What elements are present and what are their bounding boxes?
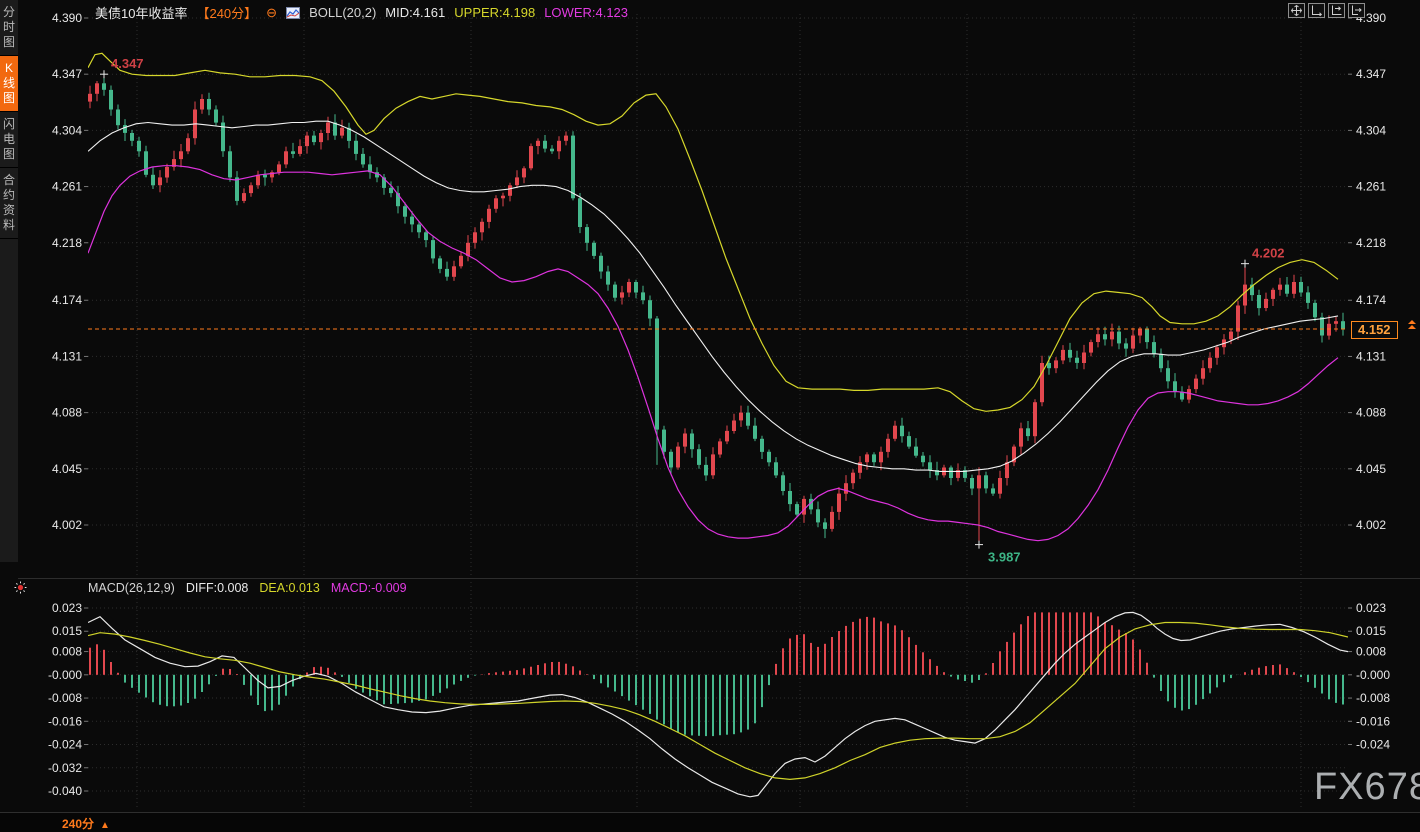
- sidebar-item-time-chart[interactable]: 分时图: [0, 0, 18, 56]
- boll-lower-value: LOWER:4.123: [544, 5, 628, 20]
- macd-value: MACD:-0.009: [331, 581, 407, 595]
- y-tick-label: 0.023: [52, 601, 82, 615]
- y-tick-label: -0.040: [48, 784, 82, 798]
- mini-chart-icon[interactable]: [286, 7, 300, 19]
- y-tick-label: 4.390: [52, 11, 82, 25]
- y-tick-label: 4.088: [52, 406, 82, 420]
- y-tick-label: 4.002: [1356, 518, 1386, 532]
- svg-text:4.347: 4.347: [111, 56, 144, 71]
- sidebar-item-lightning-chart[interactable]: 闪电图: [0, 112, 18, 168]
- y-tick-label: 4.261: [1356, 180, 1386, 194]
- y-tick-label: 4.347: [52, 67, 82, 81]
- y-tick-label: -0.000: [48, 668, 82, 682]
- y-tick-label: 4.002: [52, 518, 82, 532]
- y-tick-label: 4.131: [1356, 349, 1386, 363]
- y-tick-label: 4.304: [52, 123, 82, 137]
- y-tick-label: -0.024: [1356, 738, 1390, 752]
- boll-indicator-label: BOLL(20,2): [309, 5, 376, 20]
- price-marker-icon: [1408, 320, 1416, 329]
- y-tick-label: -0.024: [48, 738, 82, 752]
- current-price-tag: 4.152: [1351, 321, 1398, 339]
- indicator-alert-icon[interactable]: [14, 581, 27, 599]
- y-tick-label: -0.008: [1356, 691, 1390, 705]
- y-tick-label: 4.218: [52, 236, 82, 250]
- boll-mid-value: MID:4.161: [385, 5, 445, 20]
- y-tick-label: 4.218: [1356, 236, 1386, 250]
- svg-text:3.987: 3.987: [988, 550, 1021, 565]
- macd-dea-line: [88, 623, 1348, 780]
- chart-header: 美债10年收益率 【240分】 ⊖ BOLL(20,2) MID:4.161 U…: [95, 4, 628, 21]
- y-tick-label: 4.131: [52, 349, 82, 363]
- macd-dea-value: DEA:0.013: [259, 581, 319, 595]
- y-tick-label: 4.261: [52, 180, 82, 194]
- pan-icon[interactable]: [1288, 3, 1305, 18]
- collapse-icon[interactable]: ⊖: [266, 6, 277, 19]
- y-tick-label: 0.015: [1356, 624, 1386, 638]
- chevron-up-icon: ▲: [100, 820, 110, 831]
- y-tick-label: 4.088: [1356, 406, 1386, 420]
- y-tick-label: -0.000: [1356, 668, 1390, 682]
- chart-toolbar: [1288, 3, 1365, 18]
- y-tick-label: -0.008: [48, 691, 82, 705]
- scale-x-axis-icon[interactable]: [1308, 3, 1325, 18]
- y-tick-label: 4.174: [1356, 293, 1386, 307]
- trading-app-window: 分时图 K线图 闪电图 合约资料 240分▲ 4.3474.2023.9874.…: [0, 0, 1420, 832]
- y-tick-label: 4.045: [52, 462, 82, 476]
- svg-text:4.202: 4.202: [1252, 246, 1285, 261]
- y-tick-label: 4.174: [52, 293, 82, 307]
- grid-layer: [88, 14, 1348, 810]
- y-tick-label: 0.015: [52, 624, 82, 638]
- scale-y-axis-icon[interactable]: [1328, 3, 1345, 18]
- y-tick-label: -0.016: [1356, 714, 1390, 728]
- restore-scale-icon[interactable]: [1348, 3, 1365, 18]
- boll-upper-value: UPPER:4.198: [454, 5, 535, 20]
- instrument-title: 美债10年收益率: [95, 3, 187, 22]
- sidebar-item-contract-info[interactable]: 合约资料: [0, 168, 18, 239]
- time-axis-bar: [0, 812, 1420, 832]
- bollinger-mid-line: [88, 121, 1338, 471]
- y-tick-label: 0.023: [1356, 601, 1386, 615]
- macd-diff-line: [88, 612, 1348, 796]
- timeframe-label: 【240分】: [196, 3, 257, 22]
- macd-indicator-label: MACD(26,12,9): [88, 581, 175, 595]
- watermark: FX678: [1314, 766, 1420, 809]
- chart-type-sidebar: 分时图 K线图 闪电图 合约资料: [0, 0, 18, 562]
- annotations-layer: 4.347 4.202 3.987: [100, 56, 1285, 564]
- candles-layer: [88, 74, 1345, 544]
- macd-diff-value: DIFF:0.008: [186, 581, 249, 595]
- y-tick-label: 0.008: [1356, 645, 1386, 659]
- chart-canvas[interactable]: 4.3474.2023.9874.3904.3904.3474.3474.304…: [0, 0, 1420, 832]
- period-selector[interactable]: 240分 ▲: [62, 815, 110, 832]
- y-tick-label: 4.304: [1356, 123, 1386, 137]
- sidebar-item-kline-chart[interactable]: K线图: [0, 56, 18, 112]
- y-tick-label: -0.032: [48, 761, 82, 775]
- period-label: 240分: [62, 817, 94, 831]
- macd-layer: [88, 612, 1348, 796]
- y-tick-label: 4.045: [1356, 462, 1386, 476]
- y-tick-label: 0.008: [52, 645, 82, 659]
- panel-divider: [18, 578, 1420, 579]
- y-tick-label: -0.016: [48, 714, 82, 728]
- macd-header: MACD(26,12,9) DIFF:0.008 DEA:0.013 MACD:…: [88, 581, 407, 595]
- y-tick-label: 4.347: [1356, 67, 1386, 81]
